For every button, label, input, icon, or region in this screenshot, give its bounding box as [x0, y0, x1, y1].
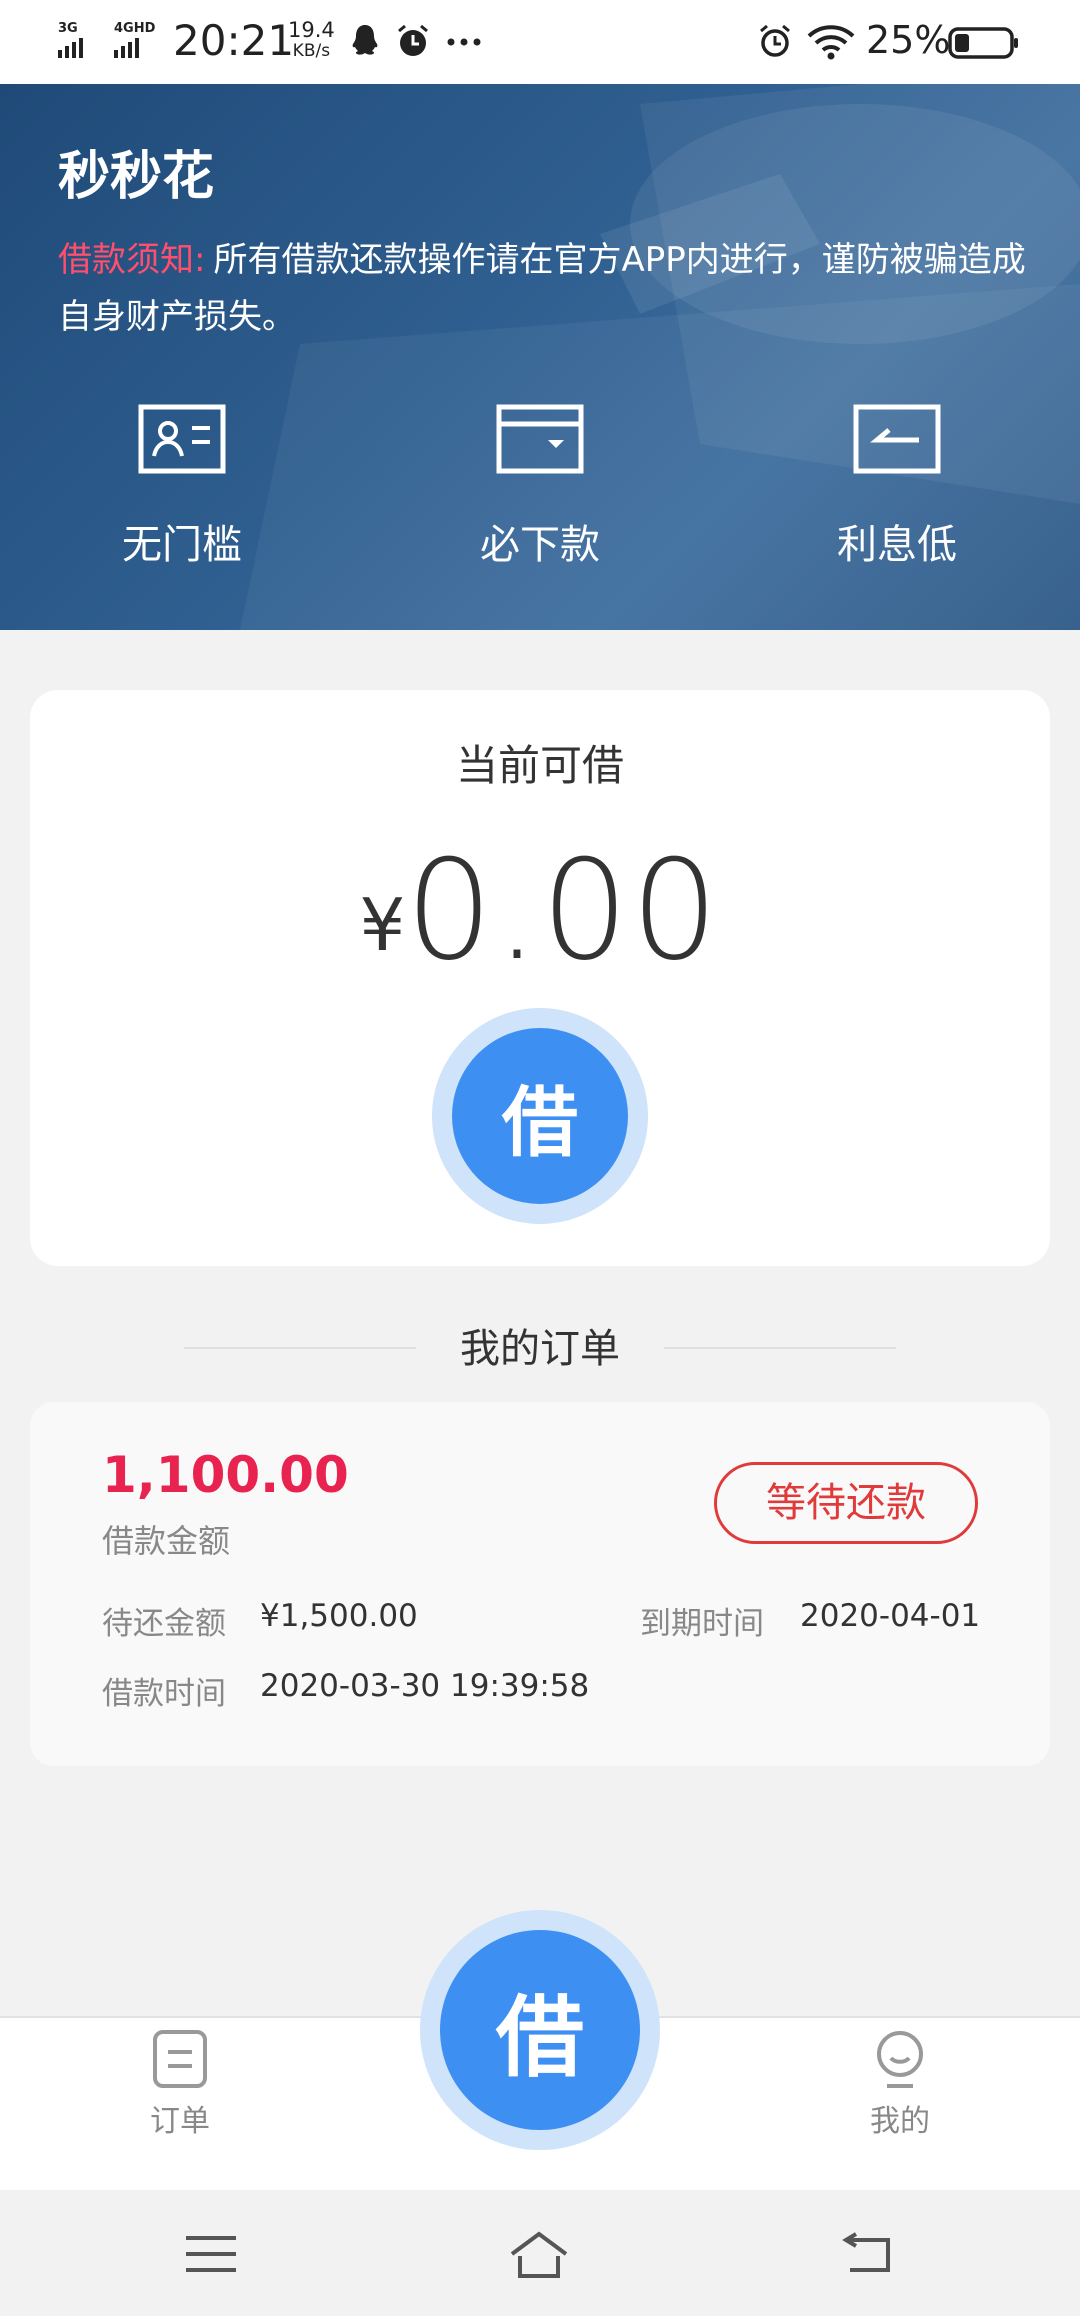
- wifi-icon: [807, 25, 855, 60]
- feature-no-threshold: 无门槛: [82, 404, 282, 570]
- signal-icon: 3G 4GHD: [58, 20, 166, 60]
- status-time: 20:21: [173, 16, 295, 65]
- battery-icon: [948, 27, 1018, 59]
- order-amount: 1,100.00: [102, 1446, 349, 1504]
- available-credit-amount: ¥0.00: [30, 830, 1050, 991]
- more-icon: [447, 38, 481, 46]
- my-orders-header: 我的订单: [0, 1316, 1080, 1376]
- alarm-icon: [398, 24, 428, 56]
- profile-icon: [877, 2031, 923, 2088]
- tab-orders[interactable]: 订单: [110, 2028, 250, 2140]
- status-badge: 等待还款: [714, 1462, 978, 1544]
- due-date-label: 到期时间: [640, 1606, 764, 1642]
- available-credit-card: 当前可借 ¥0.00 借: [30, 690, 1050, 1266]
- tab-label: 订单: [150, 2104, 210, 2139]
- alarm-icon: [760, 24, 790, 57]
- back-icon[interactable]: [834, 2226, 900, 2282]
- order-amount-label: 借款金额: [102, 1522, 231, 1560]
- id-card-icon: [138, 404, 226, 474]
- repay-amount-label: 待还金额: [102, 1606, 226, 1642]
- my-orders-title: 我的订单: [460, 1326, 620, 1372]
- order-card[interactable]: 1,100.00 借款金额 等待还款 待还金额 ¥1,500.00 到期时间 2…: [30, 1402, 1050, 1766]
- network-type-2: 4GHD: [114, 21, 156, 36]
- feature-label: 无门槛: [122, 522, 242, 568]
- borrow-time-label: 借款时间: [102, 1676, 226, 1712]
- app-title: 秒秒花: [58, 147, 215, 207]
- home-icon[interactable]: [506, 2226, 572, 2282]
- feature-guaranteed-loan: 必下款: [440, 404, 640, 570]
- status-bar: 3G 4GHD 20:21 19.4 KB/s 25%: [0, 0, 1080, 84]
- wallet-icon: [496, 404, 584, 474]
- currency-symbol: ¥: [359, 883, 406, 967]
- available-credit-title: 当前可借: [455, 741, 624, 790]
- qq-icon: [352, 25, 378, 55]
- due-date-value: 2020-04-01: [800, 1598, 981, 1634]
- order-list-icon: [153, 2030, 207, 2088]
- loan-notice: 借款须知: 所有借款还款操作请在官方APP内进行，谨防被骗造成自身财产损失。: [58, 232, 1028, 346]
- speed-value: 19.4: [288, 18, 335, 42]
- network-type-1: 3G: [58, 21, 78, 36]
- system-navigation-bar: [0, 2190, 1080, 2316]
- network-speed: 19.4 KB/s: [288, 20, 335, 62]
- feature-label: 必下款: [480, 522, 600, 568]
- speed-unit: KB/s: [292, 41, 331, 61]
- center-borrow-label: 借: [440, 1930, 640, 2130]
- low-rate-icon: [853, 404, 941, 474]
- borrow-button-label: 借: [452, 1028, 628, 1204]
- menu-icon[interactable]: [178, 2226, 244, 2282]
- battery-percent: 25%: [866, 18, 951, 62]
- feature-low-interest: 利息低: [797, 404, 997, 570]
- borrow-button[interactable]: 借: [432, 1008, 648, 1224]
- borrow-time-value: 2020-03-30 19:39:58: [260, 1668, 590, 1704]
- notice-label: 借款须知:: [58, 240, 206, 280]
- credit-value: 0.00: [405, 830, 721, 991]
- tab-mine[interactable]: 我的: [830, 2028, 970, 2140]
- repay-amount-value: ¥1,500.00: [260, 1598, 418, 1634]
- tab-label: 我的: [870, 2104, 930, 2139]
- center-borrow-button[interactable]: 借: [420, 1910, 660, 2150]
- feature-label: 利息低: [837, 522, 957, 568]
- divider: [664, 1347, 896, 1349]
- header-banner: 秒秒花 借款须知: 所有借款还款操作请在官方APP内进行，谨防被骗造成自身财产损失…: [0, 84, 1080, 630]
